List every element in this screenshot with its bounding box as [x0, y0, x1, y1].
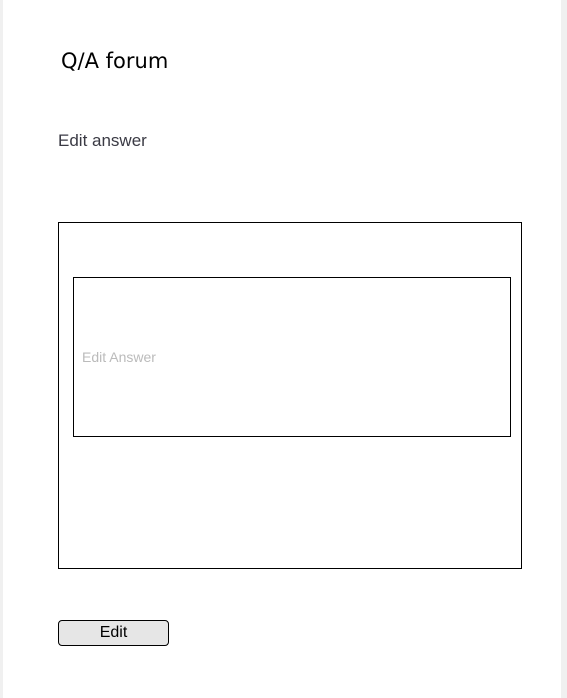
page: Q/A forum Edit answer Edit [3, 0, 561, 698]
edit-answer-input[interactable] [73, 277, 511, 437]
edit-button[interactable]: Edit [58, 620, 169, 646]
form-heading: Edit answer [58, 131, 147, 150]
answer-form-container [58, 222, 522, 569]
page-title: Q/A forum [61, 49, 169, 73]
